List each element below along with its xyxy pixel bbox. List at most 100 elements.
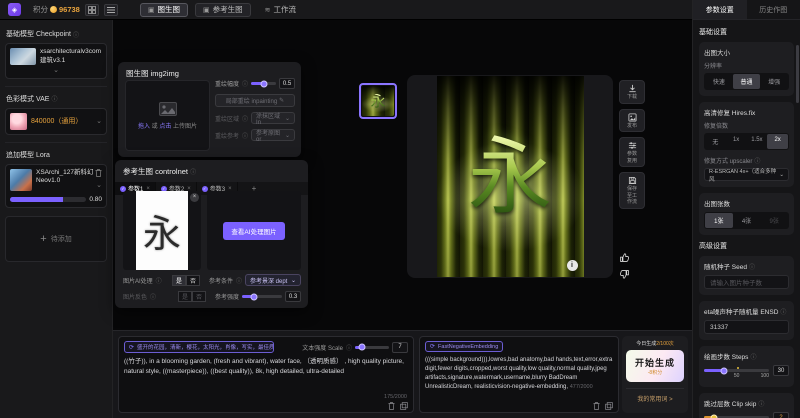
invert-label: 图片反色: [123, 292, 147, 301]
copy-prompt-icon[interactable]: [605, 402, 613, 410]
resolution-fast[interactable]: 快速: [705, 74, 733, 89]
tab-history[interactable]: 历史作图: [747, 0, 800, 19]
count-1[interactable]: 1张: [705, 213, 733, 228]
tab-parameter-settings[interactable]: 参数设置: [693, 0, 747, 19]
save-to-workflow-button[interactable]: 保存至工作流: [619, 172, 645, 209]
thumbs-down-icon[interactable]: [619, 269, 630, 280]
hires-scale-label: 修复倍数: [704, 121, 789, 130]
menu-icon[interactable]: [104, 4, 118, 16]
controlnet-image-box[interactable]: 永 ×: [123, 191, 201, 270]
controlnet-panel: 参考生图 controlnet ⓘ ✓ 参数1× ✓ 参数2× ✓ 参数3× +: [115, 160, 308, 308]
seed-input[interactable]: 请输入图片种子数: [704, 275, 789, 289]
generate-cost: -8积分: [648, 369, 662, 376]
save-icon: [628, 176, 637, 185]
tab-ref-generate-label: 参考生图: [213, 4, 243, 15]
result-thumbnail-selected[interactable]: 永: [359, 83, 397, 119]
coin-icon: [50, 6, 57, 13]
resolution-enhanced[interactable]: 增强: [760, 74, 788, 89]
controlnet-processed-box: 查看AI处理图片: [207, 191, 301, 270]
chevron-down-icon[interactable]: ⌄: [10, 68, 102, 74]
upscaler-label: 修复方式 upscalerⓘ: [704, 156, 789, 165]
my-common-words-link[interactable]: 我的常用词 >: [626, 388, 684, 403]
inpainting-button[interactable]: 局部重绘 inpainting✎: [215, 94, 295, 107]
negative-embedding-pill[interactable]: ⟳ FastNegativeEmbedding: [425, 341, 503, 352]
tab-img2img-label: 图生图: [157, 4, 180, 15]
checkpoint-name: xsarchitecturalv3com建筑v3.1: [40, 48, 102, 66]
invert-toggle[interactable]: 是否: [178, 291, 206, 302]
scrollbar-thumb[interactable]: [796, 45, 799, 103]
count-4[interactable]: 4张: [733, 213, 761, 228]
lora-section-title: 追加模型 Lora: [6, 150, 106, 160]
redraw-region-dropdown[interactable]: 涂抹区域 In⌄: [251, 112, 295, 124]
checkpoint-card[interactable]: xsarchitecturalv3com建筑v3.1 ⌄: [5, 43, 107, 79]
remove-image-icon[interactable]: ×: [190, 193, 199, 202]
hires-2x[interactable]: 2x: [767, 134, 788, 149]
tab-ref-generate[interactable]: ▣ 参考生图: [195, 3, 251, 17]
ai-process-toggle[interactable]: 是否: [172, 275, 200, 286]
cfg-scale-value[interactable]: 7: [392, 342, 408, 353]
generate-button[interactable]: 开始生成 -8积分: [626, 350, 684, 382]
download-button[interactable]: 下载: [619, 80, 645, 104]
app-root: ◈ 积分 96738 ▣ 图生图 ▣ 参考生图 ≋ 工作流: [0, 0, 800, 418]
mode-tabs: ▣ 图生图 ▣ 参考生图 ≋ 工作流: [140, 3, 303, 17]
app-logo-icon[interactable]: ◈: [8, 3, 21, 16]
image-upload-dropzone[interactable]: 拖入 或 点击 上传图片: [125, 80, 210, 151]
ref-strength-value[interactable]: 0.3: [285, 291, 301, 302]
seed-label: 随机种子 Seedⓘ: [704, 261, 789, 271]
resolution-normal[interactable]: 普通: [733, 74, 761, 89]
ref-condition-dropdown[interactable]: 参考景深 dept⌄: [245, 274, 301, 286]
hires-1x[interactable]: 1x: [726, 134, 747, 149]
upscaler-dropdown[interactable]: R-ESRGAN 4x+（适合多种风⌄: [704, 168, 789, 181]
negative-prompt-input[interactable]: (((simple background))),lowres,bad anato…: [425, 356, 613, 392]
info-icon: ⓘ: [754, 156, 760, 165]
ref-strength-slider[interactable]: [242, 295, 282, 298]
publish-button[interactable]: 发布: [619, 109, 645, 133]
thumbs-up-icon[interactable]: [619, 252, 630, 263]
vae-card[interactable]: 840000（通用） ⌄: [5, 108, 107, 135]
steps-slider[interactable]: 50 100: [704, 369, 769, 372]
clear-prompt-icon[interactable]: [593, 402, 600, 410]
cfg-scale-slider[interactable]: [355, 346, 389, 349]
ensd-input[interactable]: 31337: [704, 320, 789, 334]
denoise-slider[interactable]: [251, 82, 276, 85]
prompt-suggestion-pill[interactable]: ⟳ 盛开的花园，清新，樱花，太阳光，肖像，写实，最佳质量: [124, 341, 274, 353]
denoise-value[interactable]: 0.5: [279, 78, 295, 89]
redraw-ref-dropdown[interactable]: 参考原图 or⌄: [251, 129, 295, 141]
add-lora-button[interactable]: + 待添加: [5, 216, 107, 262]
trash-icon[interactable]: [95, 169, 102, 177]
hires-scale-segment: 无 1x 1.5x 2x: [704, 133, 789, 150]
tab-workflow[interactable]: ≋ 工作流: [258, 3, 303, 17]
steps-value[interactable]: 30: [773, 365, 789, 376]
chevron-down-icon[interactable]: ⌄: [96, 181, 102, 189]
copy-prompt-icon[interactable]: [400, 402, 408, 410]
chevron-down-icon: ⌄: [779, 172, 784, 178]
result-card: 永 i: [407, 75, 613, 278]
image-actions: 下载 发布 参数复用 保存至工作流: [619, 80, 645, 209]
reuse-params-button[interactable]: 参数复用: [619, 137, 645, 167]
top-bar: ◈ 积分 96738 ▣ 图生图 ▣ 参考生图 ≋ 工作流: [0, 0, 692, 20]
hires-none[interactable]: 无: [705, 134, 726, 149]
info-icon: ⓘ: [51, 94, 57, 103]
view-ai-image-button[interactable]: 查看AI处理图片: [223, 222, 284, 240]
info-icon: ⓘ: [73, 30, 79, 39]
generate-column: 今日生成2/100次 开始生成 -8积分 我的常用词 >: [622, 336, 688, 413]
tab-img2img[interactable]: ▣ 图生图: [140, 3, 188, 17]
generated-image[interactable]: 永 i: [437, 76, 584, 277]
lora-card[interactable]: XSArchi_127新科幻Neov1.0 ⌄ 0.80: [5, 164, 107, 208]
steps-default-tick: [737, 367, 739, 369]
info-icon: ⓘ: [750, 352, 756, 361]
image-info-icon[interactable]: i: [567, 260, 578, 271]
clear-prompt-icon[interactable]: [388, 402, 395, 410]
hires-15x[interactable]: 1.5x: [747, 134, 768, 149]
lora-weight-slider[interactable]: 0.80: [10, 196, 102, 203]
hires-card: 高清修复 Hires.fix 修复倍数 无 1x 1.5x 2x 修复方式 up…: [699, 102, 794, 187]
grid-view-icon[interactable]: [85, 4, 99, 16]
clip-skip-value[interactable]: 2: [773, 412, 789, 418]
info-icon: ⓘ: [242, 131, 248, 140]
chevron-down-icon[interactable]: ⌄: [96, 117, 102, 125]
hires-title: 高清修复 Hires.fix: [704, 107, 789, 117]
info-icon: ⓘ: [242, 79, 248, 88]
positive-prompt-input[interactable]: ((竹子)), in a blooming garden, (fresh and…: [124, 357, 408, 377]
clip-skip-label: 跳过层数 Clip skipⓘ: [704, 398, 789, 408]
img2img-icon: ▣: [148, 6, 155, 14]
